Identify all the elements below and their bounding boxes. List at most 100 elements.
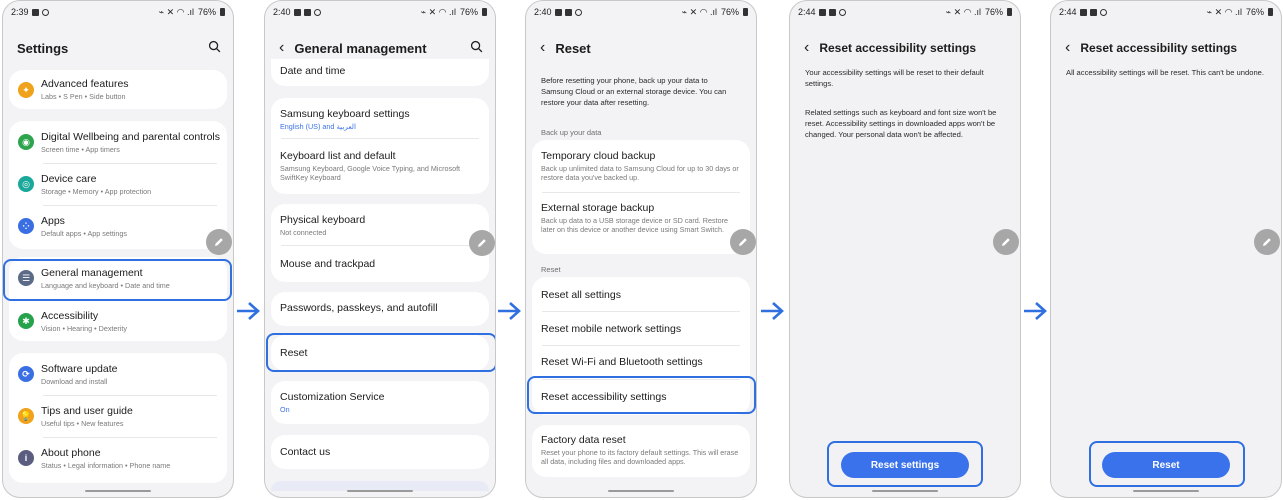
info-icon: i bbox=[18, 450, 34, 466]
settings-item-software-update[interactable]: ⟳ Software update Download and install bbox=[9, 353, 227, 395]
item-label: Tips and user guide bbox=[41, 405, 133, 417]
settings-item-apps[interactable]: ⁘ Apps Default apps • App settings bbox=[9, 205, 227, 247]
phone-screen-reset: 2:40 ⌁ ✕ ◠ .ıl 76% ‹ Reset Before resetti… bbox=[525, 0, 757, 498]
settings-item-reset-mobile-network[interactable]: Reset mobile network settings bbox=[532, 312, 750, 345]
backup-group: Temporary cloud backup Back up unlimited… bbox=[532, 140, 750, 254]
settings-item-reset-all[interactable]: Reset all settings bbox=[532, 277, 750, 311]
settings-item-mouse-trackpad[interactable]: Mouse and trackpad bbox=[271, 246, 489, 282]
battery-level: 76% bbox=[984, 7, 1003, 17]
item-label: Advanced features bbox=[41, 78, 129, 90]
settings-item-accessibility[interactable]: ✱ Accessibility Vision • Hearing • Dexte… bbox=[9, 301, 227, 341]
battery-level: 76% bbox=[459, 7, 478, 17]
phone-screen-general-management: 2:40 ⌁ ✕ ◠ .ıl 76% ‹ General management D… bbox=[264, 0, 496, 498]
page-title: General management bbox=[294, 40, 427, 56]
back-icon[interactable]: ‹ bbox=[1065, 40, 1070, 56]
phone-screen-settings: 2:39 ⌁ ✕ ◠ .ıl 76% Settings ✦ Advanced fe… bbox=[2, 0, 234, 498]
status-bar: 2:44 ⌁ ✕ ◠ .ıl 76% bbox=[1051, 1, 1281, 23]
arrow-right-icon bbox=[761, 302, 784, 320]
signal-icon: ⌁ ✕ ◠ .ıl bbox=[420, 6, 456, 17]
notification-icon bbox=[818, 8, 826, 16]
item-label: Contact us bbox=[280, 446, 331, 458]
reset-intro-text: Before resetting your phone, back up you… bbox=[541, 76, 727, 107]
item-subtitle: Back up unlimited data to Samsung Cloud … bbox=[541, 164, 739, 182]
app-bar: ‹ Reset accessibility settings bbox=[790, 35, 1020, 61]
description-text: Your accessibility settings will be rese… bbox=[805, 68, 984, 88]
battery-icon bbox=[220, 8, 225, 16]
page-title: Settings bbox=[17, 40, 69, 56]
settings-item-factory-reset[interactable]: Factory data reset Reset your phone to i… bbox=[532, 425, 750, 477]
search-icon[interactable] bbox=[470, 40, 483, 53]
notification-icon bbox=[303, 8, 311, 16]
notification-icon bbox=[313, 8, 321, 16]
settings-item-about-phone[interactable]: i About phone Status • Legal information… bbox=[9, 437, 227, 479]
notification-icon bbox=[1089, 8, 1097, 16]
app-bar: ‹ Reset accessibility settings bbox=[1051, 35, 1281, 61]
back-icon[interactable]: ‹ bbox=[540, 40, 545, 56]
back-icon[interactable]: ‹ bbox=[804, 40, 809, 56]
item-label: Digital Wellbeing and parental controls bbox=[41, 131, 220, 143]
status-bar: 2:39 ⌁ ✕ ◠ .ıl 76% bbox=[3, 1, 233, 23]
apps-icon: ⁘ bbox=[18, 218, 34, 234]
notification-icon bbox=[293, 8, 301, 16]
pencil-icon bbox=[215, 238, 223, 246]
digital-wellbeing-icon: ◉ bbox=[18, 134, 34, 150]
highlight-reset-accessibility bbox=[527, 376, 756, 414]
item-subtitle: Status • Legal information • Phone name bbox=[41, 461, 171, 470]
warning-text: All accessibility settings will be reset… bbox=[1066, 68, 1265, 77]
back-icon[interactable]: ‹ bbox=[279, 40, 284, 56]
settings-item-external-backup[interactable]: External storage backup Back up data to … bbox=[532, 193, 750, 253]
battery-icon bbox=[482, 8, 487, 16]
edit-fab[interactable] bbox=[730, 229, 756, 255]
settings-item-reset-wifi-bluetooth[interactable]: Reset Wi-Fi and Bluetooth settings bbox=[532, 346, 750, 379]
item-subtitle: Labs • S Pen • Side button bbox=[41, 92, 126, 101]
settings-group-4: ⟳ Software update Download and install 💡… bbox=[9, 353, 227, 483]
settings-item-device-care[interactable]: ◎ Device care Storage • Memory • App pro… bbox=[9, 163, 227, 205]
accessibility-icon: ✱ bbox=[18, 313, 34, 329]
settings-item-cloud-backup[interactable]: Temporary cloud backup Back up unlimited… bbox=[532, 140, 750, 192]
item-label: Reset Wi-Fi and Bluetooth settings bbox=[541, 356, 703, 368]
battery-level: 76% bbox=[1245, 7, 1264, 17]
arrow-right-icon bbox=[1024, 302, 1047, 320]
settings-item-tips[interactable]: 💡 Tips and user guide Useful tips • New … bbox=[9, 395, 227, 437]
pencil-icon bbox=[739, 238, 747, 246]
item-label: Date and time bbox=[280, 65, 346, 77]
settings-item-advanced-features[interactable]: ✦ Advanced features Labs • S Pen • Side … bbox=[9, 70, 227, 109]
software-update-icon: ⟳ bbox=[18, 366, 34, 382]
settings-group-2: ◉ Digital Wellbeing and parental control… bbox=[9, 121, 227, 249]
edit-fab[interactable] bbox=[1254, 229, 1280, 255]
item-label: Physical keyboard bbox=[280, 214, 366, 226]
edit-fab[interactable] bbox=[206, 229, 232, 255]
settings-item-keyboard-list[interactable]: Keyboard list and default Samsung Keyboa… bbox=[271, 138, 489, 192]
edit-fab[interactable] bbox=[469, 230, 495, 256]
highlight-reset bbox=[1089, 441, 1245, 487]
notification-icon bbox=[554, 8, 562, 16]
highlight-reset-settings bbox=[827, 441, 983, 487]
edit-fab[interactable] bbox=[993, 229, 1019, 255]
signal-icon: ⌁ ✕ ◠ .ıl bbox=[1206, 6, 1242, 17]
settings-group-passwords: Passwords, passkeys, and autofill bbox=[271, 292, 489, 326]
search-icon[interactable] bbox=[208, 40, 221, 53]
notification-icon bbox=[564, 8, 572, 16]
home-indicator bbox=[608, 489, 674, 492]
settings-item-customization-service[interactable]: Customization Service On bbox=[271, 381, 489, 424]
battery-icon bbox=[1268, 8, 1273, 16]
status-time: 2:44 bbox=[1059, 7, 1077, 17]
factory-reset-group: Factory data reset Reset your phone to i… bbox=[532, 425, 750, 477]
settings-item-physical-keyboard[interactable]: Physical keyboard Not connected bbox=[271, 204, 489, 244]
item-label: Temporary cloud backup bbox=[541, 150, 656, 162]
settings-group-date: Date and time bbox=[271, 59, 489, 86]
status-time: 2:44 bbox=[798, 7, 816, 17]
settings-item-digital-wellbeing[interactable]: ◉ Digital Wellbeing and parental control… bbox=[9, 121, 227, 163]
item-label: Samsung keyboard settings bbox=[280, 108, 410, 120]
settings-item-contact-us[interactable]: Contact us bbox=[271, 435, 489, 469]
highlight-reset bbox=[266, 333, 495, 372]
item-label: Mouse and trackpad bbox=[280, 258, 376, 270]
settings-item-samsung-keyboard[interactable]: Samsung keyboard settings English (US) a… bbox=[271, 98, 489, 136]
battery-level: 76% bbox=[197, 7, 216, 17]
settings-item-date-time[interactable]: Date and time bbox=[271, 59, 489, 86]
tips-icon: 💡 bbox=[18, 408, 34, 424]
settings-item-passwords[interactable]: Passwords, passkeys, and autofill bbox=[271, 292, 489, 326]
item-subtitle: Storage • Memory • App protection bbox=[41, 187, 152, 196]
item-label: Reset all settings bbox=[541, 289, 621, 301]
notification-icon bbox=[574, 8, 582, 16]
